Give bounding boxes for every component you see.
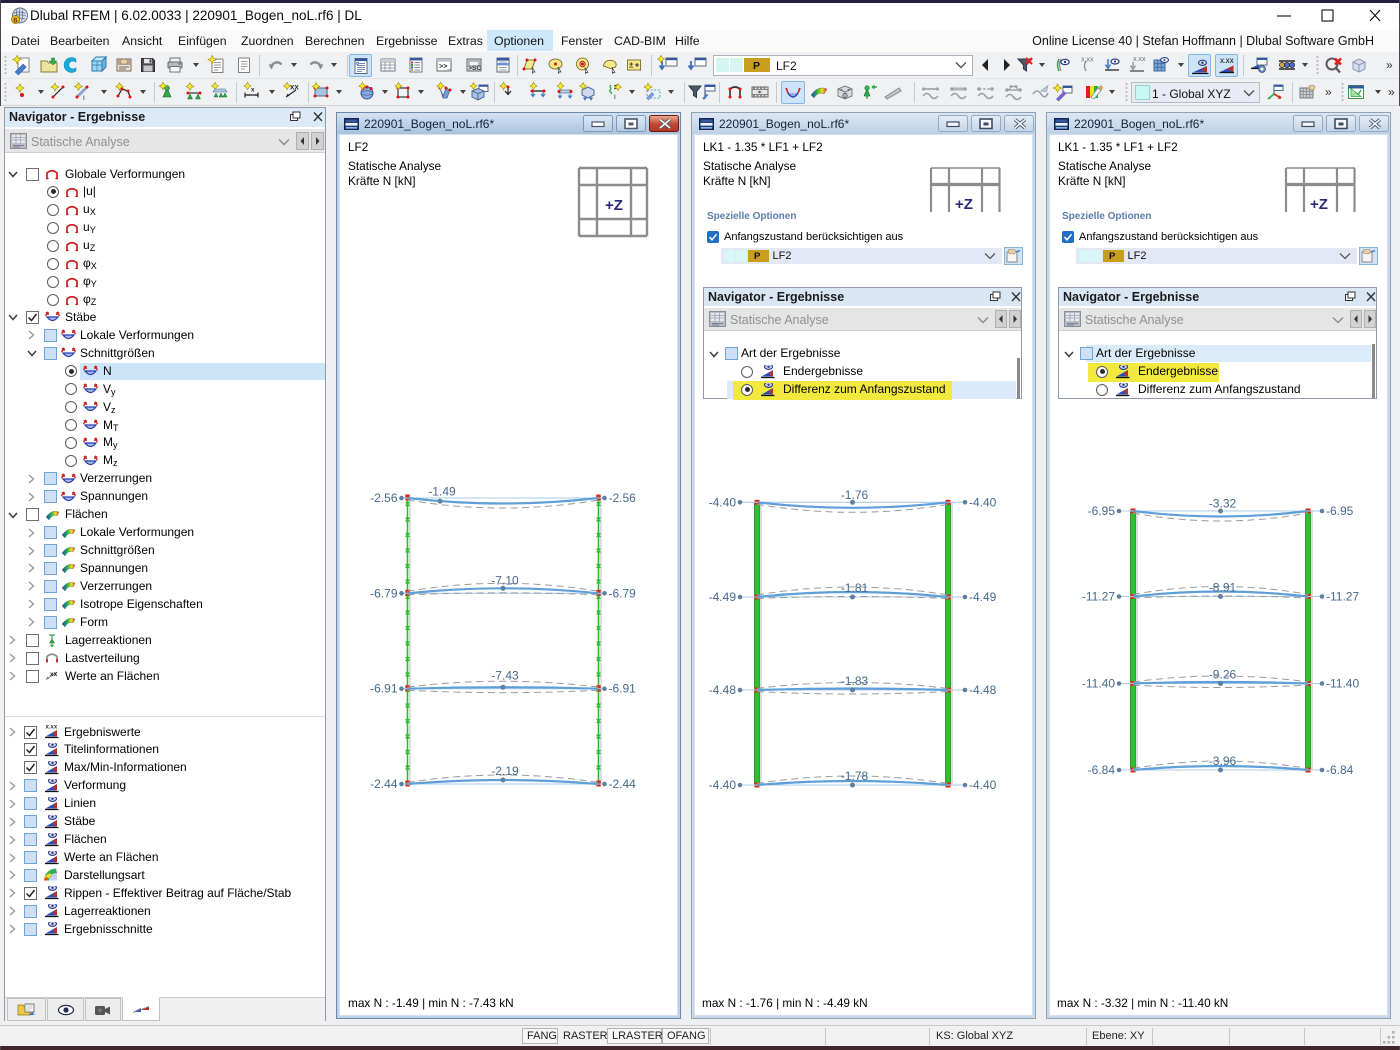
svg-text:-4.49: -4.49: [969, 590, 997, 604]
svg-text:-3.96: -3.96: [1209, 754, 1237, 768]
svg-text:-2.44: -2.44: [370, 777, 398, 791]
svg-text:-4.48: -4.48: [969, 683, 997, 697]
svg-text:-4.40: -4.40: [709, 778, 737, 792]
svg-text:X.XX: X.XX: [1081, 58, 1094, 64]
svg-text:-1.76: -1.76: [841, 488, 869, 502]
svg-text:-6.84: -6.84: [1088, 763, 1116, 777]
svg-text:-4.40: -4.40: [709, 495, 737, 509]
svg-text:>SC: >SC: [468, 65, 481, 72]
svg-text:-6.95: -6.95: [1326, 504, 1354, 518]
svg-text:+Z: +Z: [1310, 196, 1328, 213]
svg-text:-4.40: -4.40: [969, 778, 997, 792]
svg-text:I: I: [614, 94, 616, 101]
svg-text:6: 6: [13, 15, 17, 24]
svg-text:I: I: [83, 95, 85, 102]
svg-text:XX: XX: [290, 85, 299, 92]
svg-text:-1.78: -1.78: [841, 769, 869, 783]
svg-text:-11.40: -11.40: [1082, 677, 1115, 691]
svg-text:-2.19: -2.19: [491, 764, 519, 778]
svg-text:-1.49: -1.49: [428, 485, 456, 499]
svg-text:-1.83: -1.83: [841, 674, 869, 688]
svg-text:-2.44: -2.44: [609, 777, 637, 791]
svg-text:-2.56: -2.56: [609, 491, 637, 505]
svg-text:-4.49: -4.49: [709, 590, 737, 604]
svg-text:-11.40: -11.40: [1326, 677, 1359, 691]
svg-text:-2.56: -2.56: [370, 491, 398, 505]
svg-text:-6.91: -6.91: [370, 682, 398, 696]
svg-text:+Z: +Z: [955, 196, 973, 213]
svg-text:X.XX: X.XX: [1133, 57, 1146, 63]
svg-text:-6.79: -6.79: [370, 586, 398, 600]
svg-text:+Z: +Z: [605, 197, 623, 214]
svg-text:-6.79: -6.79: [609, 586, 637, 600]
svg-text:-7.43: -7.43: [491, 669, 519, 683]
svg-text:-1.81: -1.81: [841, 581, 869, 595]
svg-text:-4.48: -4.48: [709, 683, 737, 697]
svg-text:-7.10: -7.10: [491, 573, 519, 587]
svg-text:-6.84: -6.84: [1326, 763, 1354, 777]
svg-text:-3.32: -3.32: [1209, 497, 1237, 511]
svg-text:x: x: [251, 88, 255, 94]
svg-text:±: ±: [629, 61, 634, 70]
svg-text:x.xx: x.xx: [46, 725, 58, 731]
svg-text:-9.26: -9.26: [1209, 668, 1237, 682]
svg-text:-8.91: -8.91: [1209, 581, 1237, 595]
svg-text:X.XX: X.XX: [1220, 59, 1234, 65]
svg-text:-11.27: -11.27: [1326, 590, 1359, 604]
svg-text:-4.40: -4.40: [969, 495, 997, 509]
svg-text:>>_: >>_: [439, 64, 452, 72]
svg-text:-6.95: -6.95: [1088, 504, 1116, 518]
svg-text:-6.91: -6.91: [609, 682, 637, 696]
svg-text:-11.27: -11.27: [1082, 590, 1115, 604]
svg-text:xx: xx: [50, 671, 58, 678]
